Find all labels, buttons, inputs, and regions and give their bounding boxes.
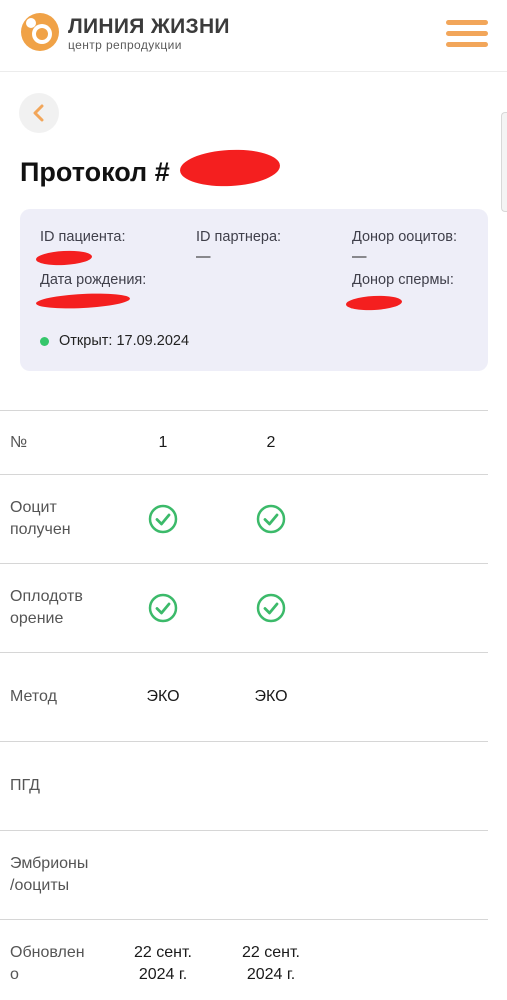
row-label: Эмбрионы /ооциты [10, 855, 89, 894]
scrollbar-thumb[interactable] [501, 112, 507, 212]
check-circle-icon [148, 593, 178, 623]
row-label: Ооцит получен [10, 499, 71, 538]
cell-updated-date: 22 сент. 2024 г. [134, 944, 192, 983]
brand-title: ЛИНИЯ ЖИЗНИ [68, 15, 230, 38]
redacted-birth-date [35, 291, 131, 311]
cell-method: ЭКО [254, 688, 288, 705]
protocol-status: Открыт: 17.09.2024 [59, 333, 190, 349]
patient-id-label: ID пациента: [40, 229, 126, 245]
redacted-protocol-number [179, 147, 281, 189]
table-row-embryos-oocytes: Эмбрионы /ооциты [0, 830, 488, 919]
check-circle-icon [256, 504, 286, 534]
brand-subtitle: центр репродукции [68, 38, 182, 52]
table-row-pgd: ПГД [0, 741, 488, 830]
cell-check [226, 593, 316, 630]
row-label: ПГД [10, 777, 40, 794]
row-label: Обновлен о [10, 944, 85, 983]
cell-number: 1 [158, 434, 168, 451]
oocyte-donor-value: — [352, 249, 367, 265]
table-row-updated: Обновлен о 22 сент. 2024 г. 22 сент. 202… [0, 919, 488, 1000]
partner-id-value: — [196, 249, 211, 265]
chevron-left-icon [33, 104, 44, 122]
redacted-patient-id [35, 249, 93, 267]
row-label: Оплодотв орение [10, 588, 83, 627]
redacted-sperm-donor [345, 294, 403, 312]
cell-check [118, 593, 208, 630]
row-label: Метод [10, 688, 57, 705]
check-circle-icon [256, 593, 286, 623]
cell-updated-date: 22 сент. 2024 г. [242, 944, 300, 983]
oocyte-donor-label: Донор ооцитов: [352, 229, 458, 245]
table-row-number: № 1 2 [0, 410, 488, 474]
table-row-oocyte-received: Ооцит получен [0, 474, 488, 563]
hamburger-menu-icon[interactable] [446, 18, 488, 50]
cell-method: ЭКО [146, 688, 180, 705]
page-title: Протокол # [20, 157, 170, 187]
cell-check [118, 504, 208, 541]
patient-info-card: ID пациента: ID партнера: — Донор ооцито… [20, 209, 488, 371]
embryo-table: № 1 2 Ооцит получен Оплодотв орение Мето… [0, 410, 488, 1000]
row-label: № [10, 434, 28, 451]
app-header: ЛИНИЯ ЖИЗНИ центр репродукции [0, 0, 507, 72]
table-row-fertilization: Оплодотв орение [0, 563, 488, 652]
status-indicator-icon [40, 337, 49, 346]
brand-logo-icon[interactable] [20, 12, 60, 52]
back-button[interactable] [19, 93, 59, 133]
cell-number: 2 [266, 434, 276, 451]
partner-id-label: ID партнера: [196, 229, 282, 245]
table-row-method: Метод ЭКО ЭКО [0, 652, 488, 741]
cell-check [226, 504, 316, 541]
sperm-donor-label: Донор спермы: [352, 272, 454, 288]
check-circle-icon [148, 504, 178, 534]
birth-date-label: Дата рождения: [40, 272, 147, 288]
